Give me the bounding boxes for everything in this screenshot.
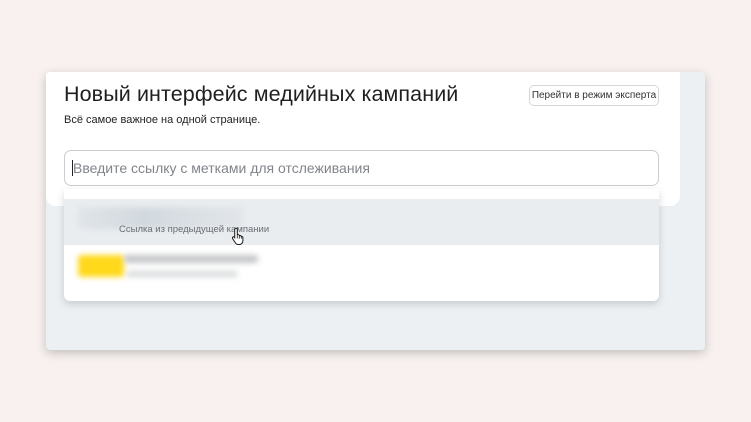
blurred-text-line bbox=[126, 271, 238, 277]
tracking-url-input[interactable] bbox=[73, 151, 648, 185]
blurred-logo bbox=[78, 255, 124, 277]
text-caret bbox=[72, 160, 73, 176]
suggestion-label: Ссылка из предыдущей кампании bbox=[119, 224, 270, 235]
expert-mode-button[interactable]: Перейти в режим эксперта bbox=[529, 85, 659, 106]
page-title: Новый интерфейс медийных кампаний bbox=[64, 82, 459, 106]
blurred-text-line bbox=[124, 255, 258, 263]
page-subtitle: Всё самое важное на одной странице. bbox=[64, 114, 261, 126]
tracking-url-field[interactable] bbox=[64, 150, 659, 186]
suggestion-item-previous-campaign[interactable]: Ссылка из предыдущей кампании bbox=[64, 199, 659, 245]
hand-pointer-icon bbox=[231, 227, 244, 245]
suggestion-item-blurred[interactable] bbox=[64, 245, 659, 291]
suggestions-dropdown: Ссылка из предыдущей кампании bbox=[64, 189, 659, 301]
